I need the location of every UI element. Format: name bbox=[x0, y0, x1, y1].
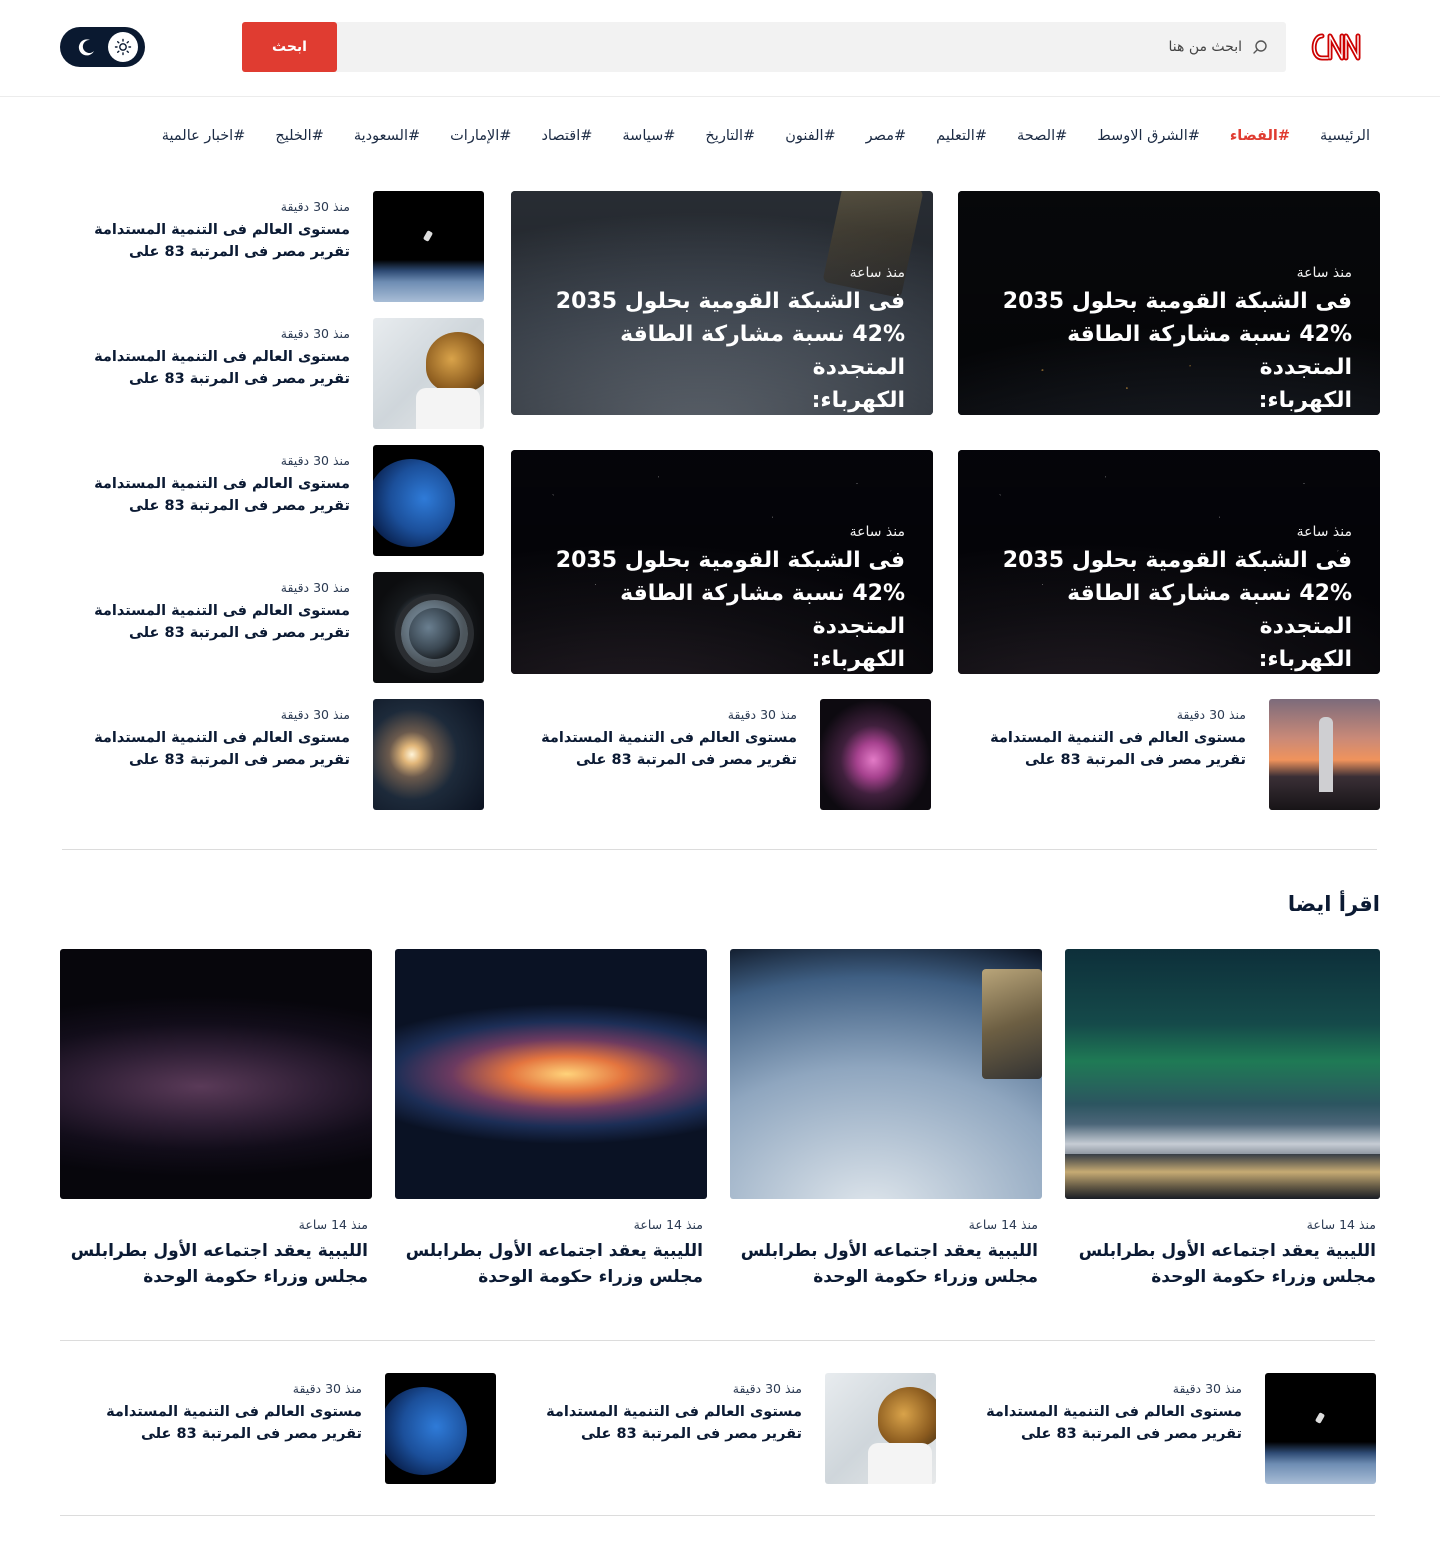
article-thumbnail bbox=[373, 318, 484, 429]
list-item[interactable]: منذ 30 دقيقة مستوى العالم فى التنمية الم… bbox=[60, 318, 484, 429]
article-time: منذ 30 دقيقة bbox=[280, 199, 350, 214]
nav-item-education[interactable]: #التعليم bbox=[936, 128, 987, 152]
nav-item-egypt[interactable]: #مصر bbox=[866, 128, 907, 152]
article-time: منذ 30 دقيقة bbox=[280, 707, 350, 722]
card-image bbox=[1065, 949, 1380, 1199]
cnn-logo[interactable] bbox=[1308, 28, 1376, 66]
list-item[interactable]: منذ 30 دقيقة مستوى العالم فى التنمية الم… bbox=[958, 699, 1380, 810]
nav-item-arts[interactable]: #الفنون bbox=[785, 128, 835, 152]
section-divider bbox=[60, 1515, 1375, 1516]
card-title: الليبية يعقد اجتماعه الأول بطرابلس مجلس … bbox=[70, 1241, 368, 1287]
card-title: الليبية يعقد اجتماعه الأول بطرابلس مجلس … bbox=[1078, 1241, 1376, 1287]
search-button[interactable]: ابحث bbox=[242, 22, 337, 72]
article-title: مستوى العالم فى التنمية المستدامة تقرير … bbox=[986, 1404, 1242, 1442]
category-nav: الرئيسية #الفضاء #الشرق الاوسط #الصحة #ا… bbox=[162, 128, 1370, 152]
hero-time: منذ ساعة bbox=[849, 524, 905, 540]
list-item[interactable]: منذ 30 دقيقة مستوى العالم فى التنمية الم… bbox=[955, 1373, 1376, 1484]
card-image bbox=[730, 949, 1042, 1199]
article-title: مستوى العالم فى التنمية المستدامة تقرير … bbox=[541, 730, 797, 768]
article-thumbnail bbox=[820, 699, 931, 810]
article-title: مستوى العالم فى التنمية المستدامة تقرير … bbox=[94, 476, 350, 514]
article-thumbnail bbox=[373, 445, 484, 556]
card-time: منذ 14 ساعة bbox=[968, 1217, 1038, 1232]
article-title: مستوى العالم فى التنمية المستدامة تقرير … bbox=[106, 1404, 362, 1442]
hero-card[interactable]: منذ ساعة فى الشبكة القومية بحلول 2035 42… bbox=[958, 191, 1380, 415]
theme-toggle[interactable] bbox=[60, 27, 145, 67]
search-icon bbox=[1253, 40, 1267, 54]
article-thumbnail bbox=[373, 572, 484, 683]
moon-icon bbox=[78, 39, 94, 56]
section-title: اقرأ ايضا bbox=[1287, 892, 1380, 916]
article-title: مستوى العالم فى التنمية المستدامة تقرير … bbox=[546, 1404, 802, 1442]
nav-item-saudi[interactable]: #السعودية bbox=[354, 128, 420, 152]
article-time: منذ 30 دقيقة bbox=[1172, 1381, 1242, 1396]
article-title: مستوى العالم فى التنمية المستدامة تقرير … bbox=[990, 730, 1246, 768]
sun-icon bbox=[114, 38, 132, 56]
list-item[interactable]: منذ 30 دقيقة مستوى العالم فى التنمية الم… bbox=[515, 1373, 936, 1484]
hero-card[interactable]: منذ ساعة فى الشبكة القومية بحلول 2035 42… bbox=[958, 450, 1380, 674]
card-title: الليبية يعقد اجتماعه الأول بطرابلس مجلس … bbox=[740, 1241, 1038, 1287]
hero-card[interactable]: منذ ساعة فى الشبكة القومية بحلول 2035 42… bbox=[511, 450, 933, 674]
hero-time: منذ ساعة bbox=[1296, 524, 1352, 540]
card-title: الليبية يعقد اجتماعه الأول بطرابلس مجلس … bbox=[405, 1241, 703, 1287]
article-thumbnail bbox=[385, 1373, 496, 1484]
article-title: مستوى العالم فى التنمية المستدامة تقرير … bbox=[94, 222, 350, 260]
list-item[interactable]: منذ 30 دقيقة مستوى العالم فى التنمية الم… bbox=[60, 572, 484, 683]
nav-item-world-news[interactable]: #اخبار عالمية bbox=[162, 128, 246, 152]
article-time: منذ 30 دقيقة bbox=[1176, 707, 1246, 722]
hero-title: فى الشبكة القومية بحلول 2035 42% نسبة مش… bbox=[1002, 289, 1352, 413]
list-item[interactable]: منذ 30 دقيقة مستوى العالم فى التنمية الم… bbox=[60, 191, 484, 302]
article-time: منذ 30 دقيقة bbox=[280, 326, 350, 341]
card-time: منذ 14 ساعة bbox=[298, 1217, 368, 1232]
hero-title: فى الشبكة القومية بحلول 2035 42% نسبة مش… bbox=[555, 289, 905, 413]
hero-title: فى الشبكة القومية بحلول 2035 42% نسبة مش… bbox=[555, 548, 905, 672]
hero-title: فى الشبكة القومية بحلول 2035 42% نسبة مش… bbox=[1002, 548, 1352, 672]
nav-item-history[interactable]: #التاريخ bbox=[705, 128, 755, 152]
nav-item-space[interactable]: #الفضاء bbox=[1230, 128, 1290, 152]
nav-item-health[interactable]: #الصحة bbox=[1017, 128, 1067, 152]
hero-time: منذ ساعة bbox=[1296, 265, 1352, 281]
card-image bbox=[395, 949, 707, 1199]
card-image bbox=[60, 949, 372, 1199]
nav-item-politics[interactable]: #سياسة bbox=[622, 128, 675, 152]
nav-item-uae[interactable]: #الإمارات bbox=[450, 128, 511, 152]
article-time: منذ 30 دقيقة bbox=[280, 453, 350, 468]
list-item[interactable]: منذ 30 دقيقة مستوى العالم فى التنمية الم… bbox=[75, 1373, 496, 1484]
list-item[interactable]: منذ 30 دقيقة مستوى العالم فى التنمية الم… bbox=[60, 699, 484, 810]
search-bar: ابحث bbox=[242, 22, 1286, 72]
article-time: منذ 30 دقيقة bbox=[727, 707, 797, 722]
card-time: منذ 14 ساعة bbox=[633, 1217, 703, 1232]
nav-item-gulf[interactable]: #الخليج bbox=[275, 128, 324, 152]
article-time: منذ 30 دقيقة bbox=[280, 580, 350, 595]
list-item[interactable]: منذ 30 دقيقة مستوى العالم فى التنمية الم… bbox=[60, 445, 484, 556]
nav-item-home[interactable]: الرئيسية bbox=[1320, 128, 1370, 152]
article-title: مستوى العالم فى التنمية المستدامة تقرير … bbox=[94, 349, 350, 387]
card-time: منذ 14 ساعة bbox=[1306, 1217, 1376, 1232]
hero-card[interactable]: منذ ساعة فى الشبكة القومية بحلول 2035 42… bbox=[511, 191, 933, 415]
hero-time: منذ ساعة bbox=[849, 265, 905, 281]
article-title: مستوى العالم فى التنمية المستدامة تقرير … bbox=[94, 603, 350, 641]
section-divider bbox=[62, 849, 1377, 850]
article-thumbnail bbox=[825, 1373, 936, 1484]
article-thumbnail bbox=[373, 699, 484, 810]
article-thumbnail bbox=[373, 191, 484, 302]
article-time: منذ 30 دقيقة bbox=[292, 1381, 362, 1396]
article-title: مستوى العالم فى التنمية المستدامة تقرير … bbox=[94, 730, 350, 768]
nav-item-economy[interactable]: #اقتصاد bbox=[541, 128, 592, 152]
search-input[interactable] bbox=[362, 22, 1242, 72]
nav-item-middle-east[interactable]: #الشرق الاوسط bbox=[1097, 128, 1200, 152]
section-divider bbox=[60, 1340, 1375, 1341]
sun-toggle-knob bbox=[108, 32, 138, 62]
article-time: منذ 30 دقيقة bbox=[732, 1381, 802, 1396]
list-item[interactable]: منذ 30 دقيقة مستوى العالم فى التنمية الم… bbox=[511, 699, 931, 810]
article-thumbnail bbox=[1265, 1373, 1376, 1484]
site-header: ابحث bbox=[0, 0, 1440, 97]
article-thumbnail bbox=[1269, 699, 1380, 810]
